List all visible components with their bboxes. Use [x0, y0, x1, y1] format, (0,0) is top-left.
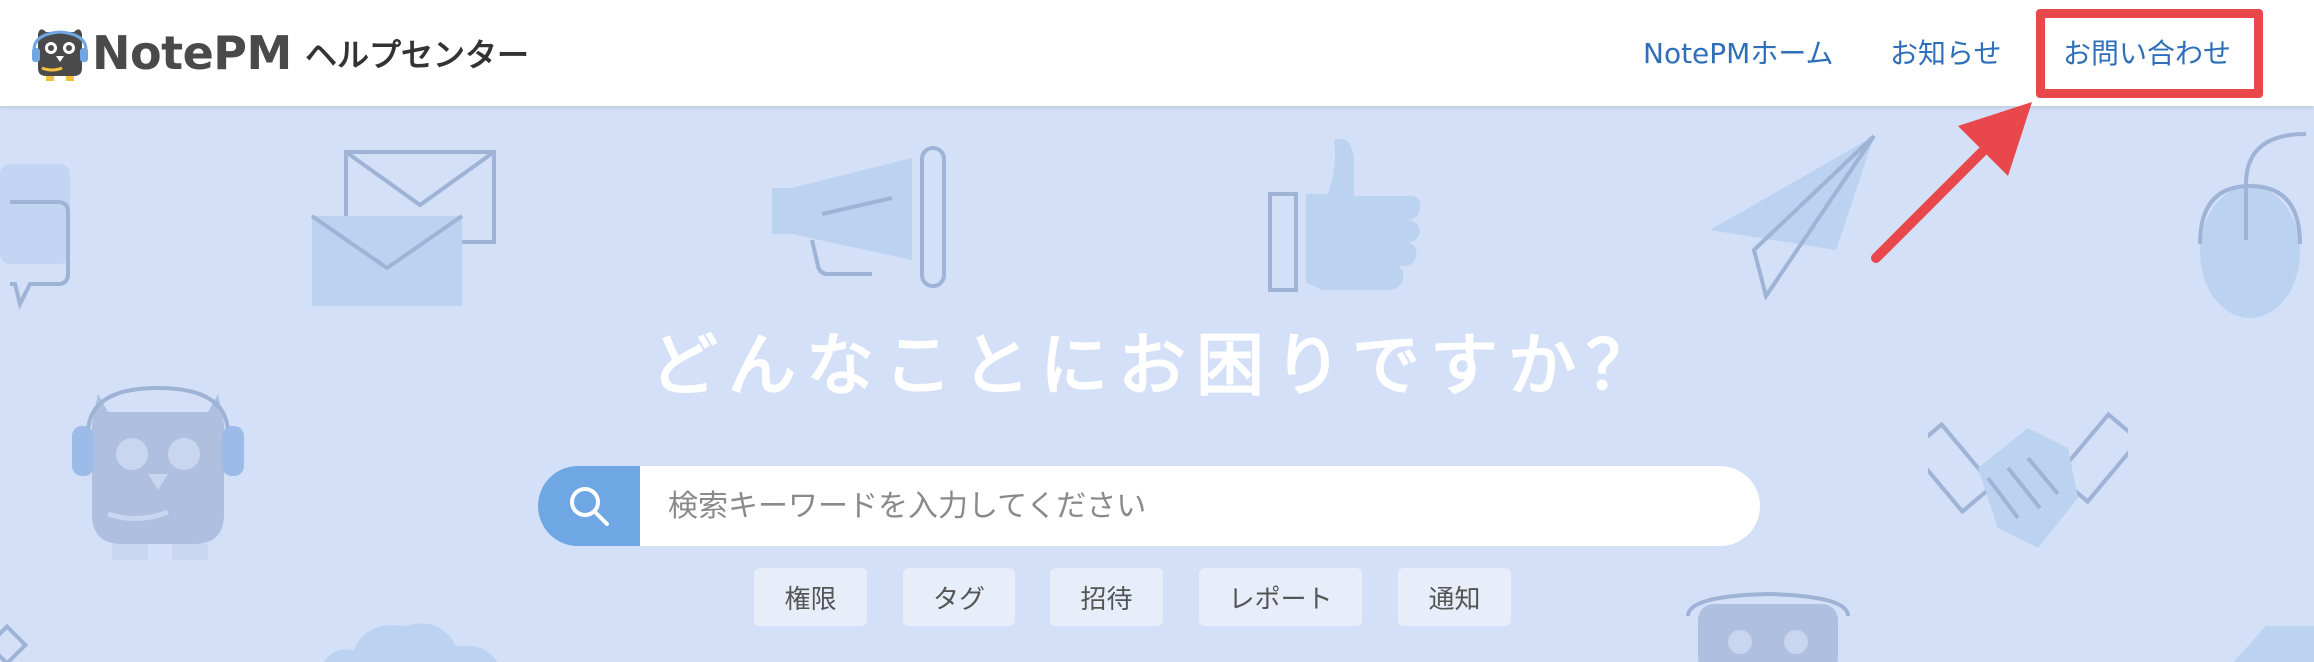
annotation-arrow-icon [1871, 102, 2032, 263]
